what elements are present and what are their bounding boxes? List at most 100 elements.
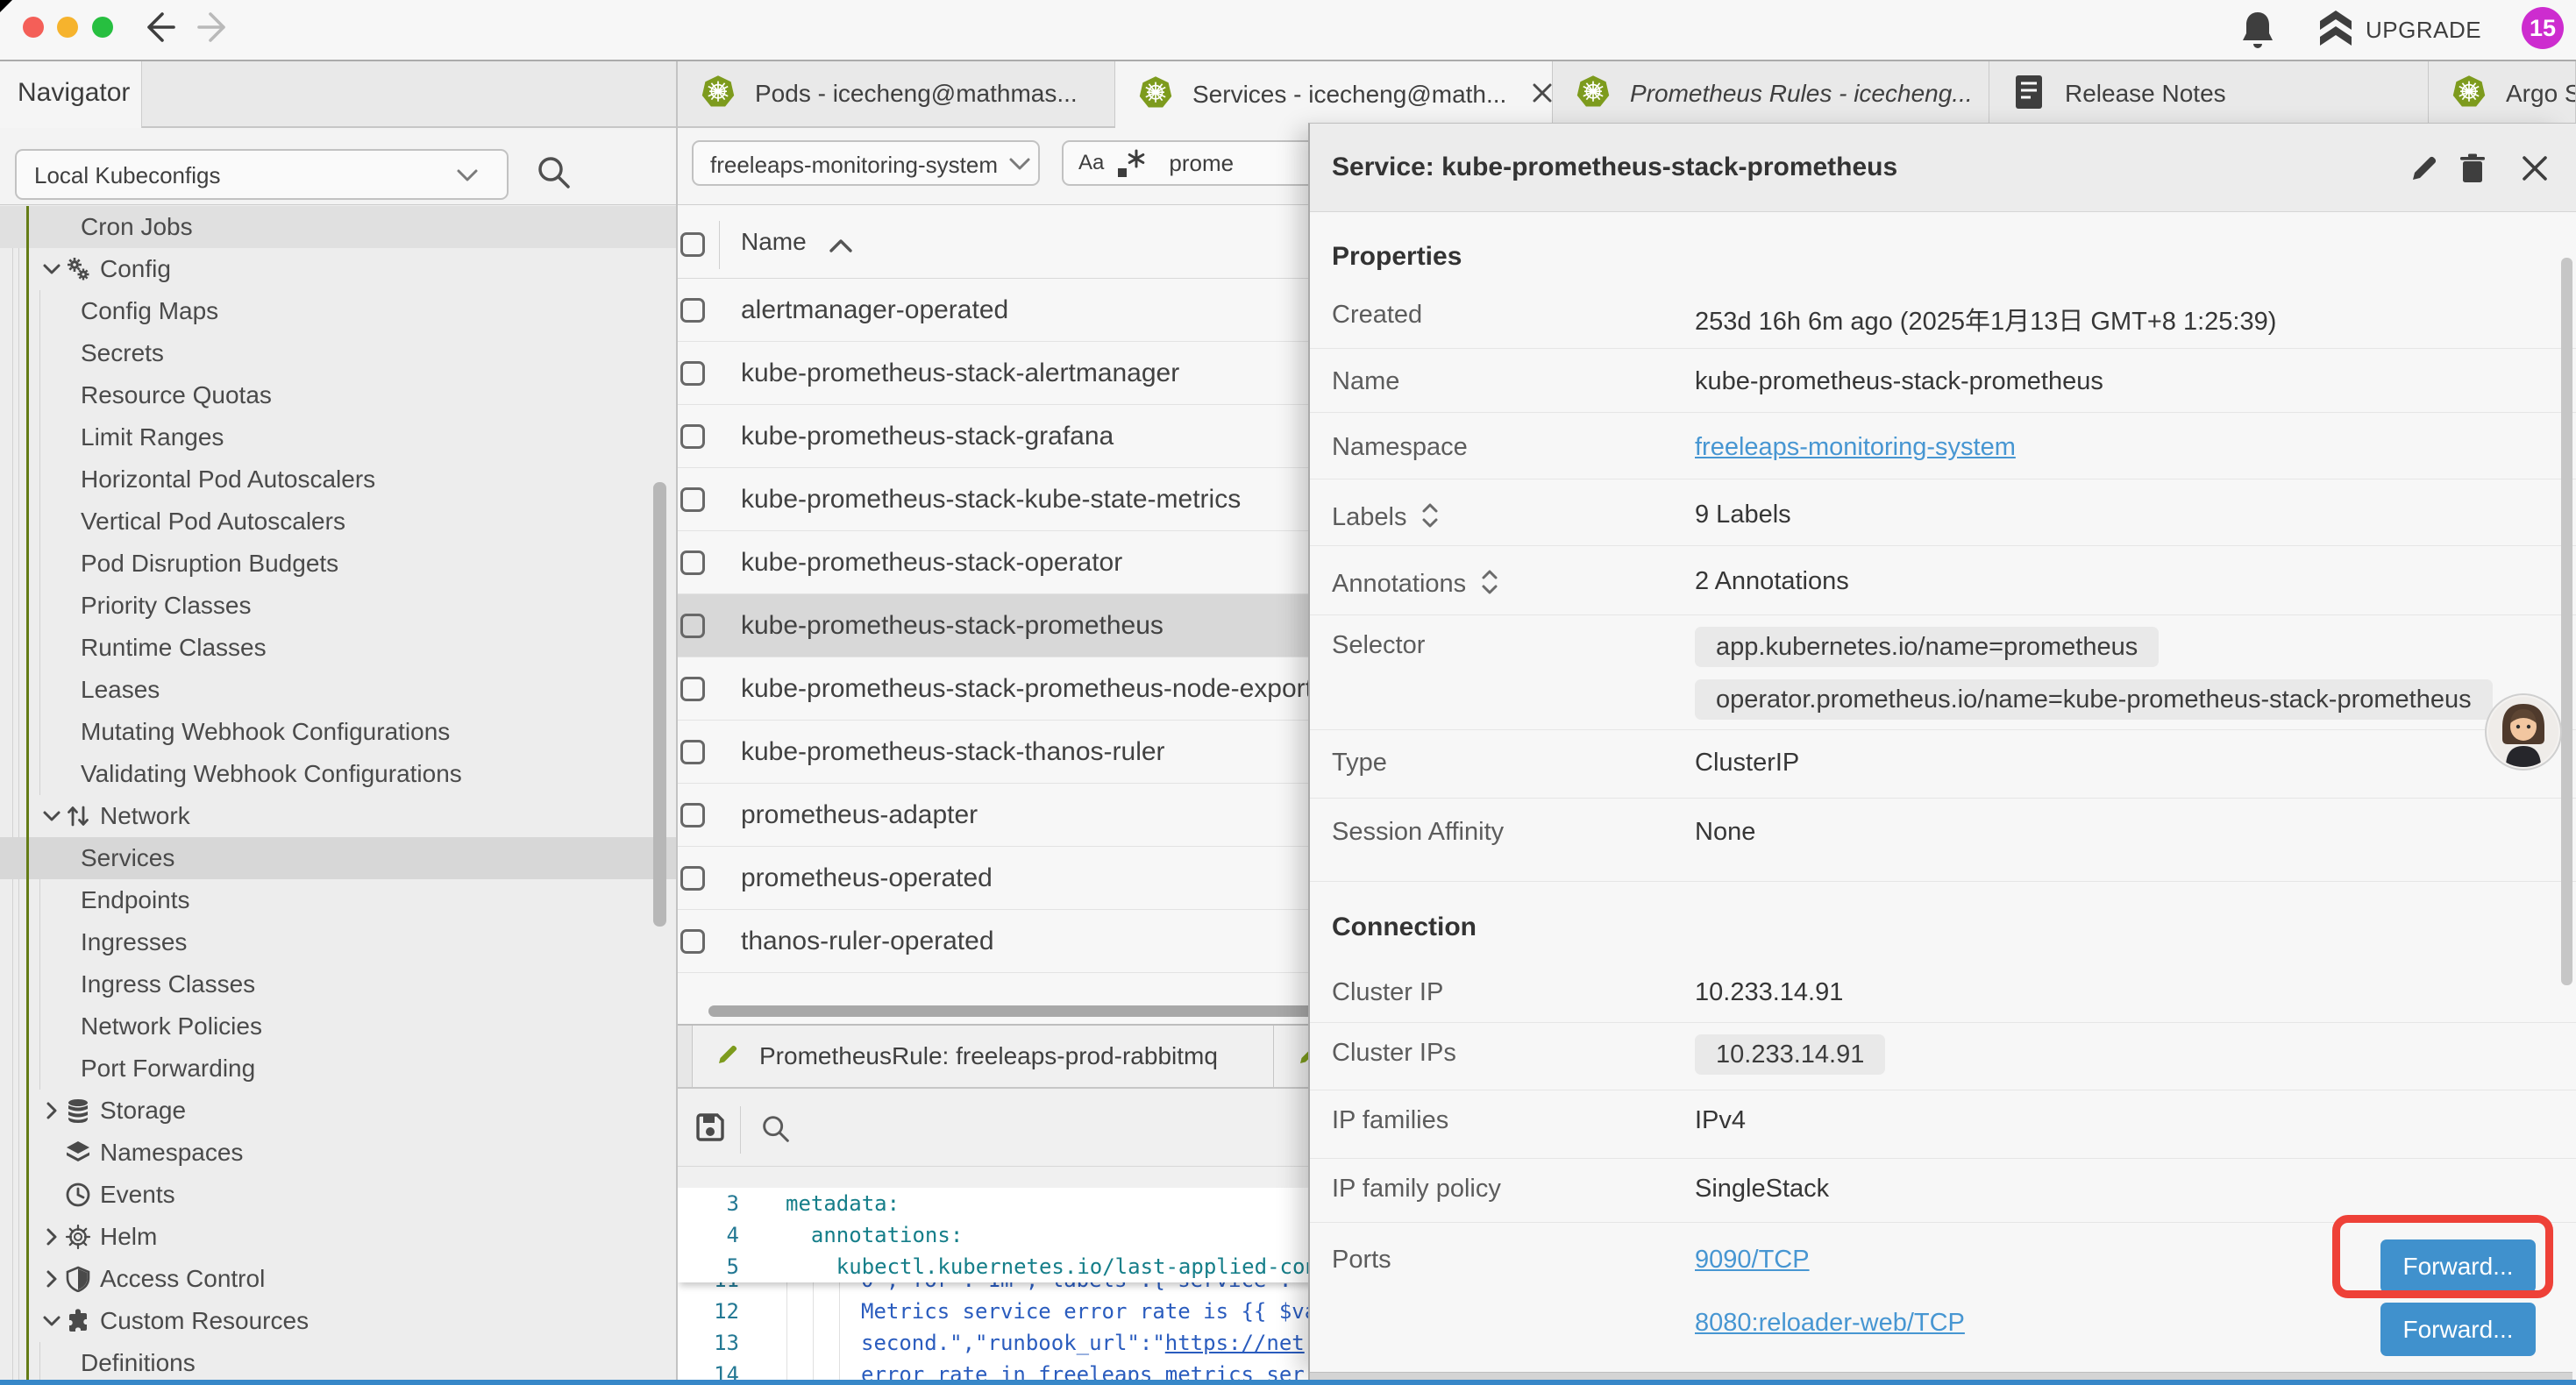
row-checkbox[interactable] bbox=[680, 550, 705, 575]
port-link[interactable]: 8080:reloader-web/TCP bbox=[1695, 1309, 1965, 1338]
sidebar-item-storage[interactable]: Storage bbox=[0, 1090, 676, 1132]
line-number: 12 bbox=[678, 1296, 739, 1327]
user-avatar[interactable] bbox=[2485, 693, 2562, 771]
name-column-header[interactable]: Name bbox=[741, 228, 807, 256]
chevron-right-icon[interactable] bbox=[39, 1267, 64, 1296]
tab-argo-se[interactable]: Argo Se bbox=[2429, 61, 2576, 126]
row-checkbox[interactable] bbox=[680, 677, 705, 701]
trash-icon[interactable] bbox=[2456, 152, 2489, 189]
select-all-checkbox[interactable] bbox=[680, 232, 705, 257]
dock-resize-bar[interactable] bbox=[0, 1380, 2576, 1385]
sidebar-item-leases[interactable]: Leases bbox=[0, 669, 676, 711]
nav-back-button[interactable] bbox=[145, 11, 176, 44]
chevron-down-icon[interactable] bbox=[39, 804, 64, 833]
update-count-badge[interactable]: 15 bbox=[2522, 7, 2564, 49]
kubeconfig-select[interactable]: Local Kubeconfigs bbox=[15, 149, 509, 200]
row-checkbox[interactable] bbox=[680, 614, 705, 638]
row-checkbox[interactable] bbox=[680, 740, 705, 764]
upgrade-button[interactable]: UPGRADE bbox=[2318, 11, 2481, 49]
sidebar-scrollbar[interactable] bbox=[653, 482, 666, 927]
editor-search-icon[interactable] bbox=[758, 1112, 793, 1151]
sidebar-search-icon[interactable] bbox=[533, 152, 575, 198]
sidebar-item-label: Horizontal Pod Autoscalers bbox=[81, 465, 375, 494]
row-divider bbox=[1310, 348, 2576, 349]
row-checkbox[interactable] bbox=[680, 487, 705, 512]
chevron-down-icon[interactable] bbox=[39, 257, 64, 286]
tab-prometheus-rules-icecheng[interactable]: Prometheus Rules - icecheng... bbox=[1553, 61, 1989, 126]
sidebar-item-port-forwarding[interactable]: Port Forwarding bbox=[0, 1048, 676, 1090]
sidebar-item-priority-classes[interactable]: Priority Classes bbox=[0, 585, 676, 627]
sidebar-item-events[interactable]: Events bbox=[0, 1174, 676, 1216]
sidebar-item-network-policies[interactable]: Network Policies bbox=[0, 1005, 676, 1048]
window-close-button[interactable] bbox=[23, 17, 44, 38]
sidebar-item-access-control[interactable]: Access Control bbox=[0, 1258, 676, 1300]
row-checkbox[interactable] bbox=[680, 929, 705, 954]
forward-button[interactable]: Forward... bbox=[2380, 1303, 2536, 1356]
sidebar-item-network[interactable]: Network bbox=[0, 795, 676, 837]
edit-pencil-icon[interactable] bbox=[2408, 152, 2441, 189]
sidebar-item-mutating-webhook-configurations[interactable]: Mutating Webhook Configurations bbox=[0, 711, 676, 753]
sidebar-item-horizontal-pod-autoscalers[interactable]: Horizontal Pod Autoscalers bbox=[0, 458, 676, 501]
row-checkbox[interactable] bbox=[680, 866, 705, 891]
sidebar-item-validating-webhook-configurations[interactable]: Validating Webhook Configurations bbox=[0, 753, 676, 795]
drawer-value: IPv4 bbox=[1695, 1106, 1746, 1135]
nav-forward-button[interactable] bbox=[196, 11, 228, 44]
sidebar-item-config-maps[interactable]: Config Maps bbox=[0, 290, 676, 332]
notifications-bell-icon[interactable] bbox=[2238, 9, 2278, 57]
chevron-down-icon[interactable] bbox=[39, 1309, 64, 1338]
sidebar-item-namespaces[interactable]: Namespaces bbox=[0, 1132, 676, 1174]
tab-bar: Navigator Pods - icecheng@mathmas...Serv… bbox=[0, 61, 2576, 128]
drawer-scrollbar[interactable] bbox=[2561, 258, 2572, 985]
close-icon[interactable] bbox=[2518, 152, 2551, 189]
sidebar-item-services[interactable]: Services bbox=[0, 837, 676, 879]
sidebar-item-ingress-classes[interactable]: Ingress Classes bbox=[0, 963, 676, 1005]
tab-services-icecheng-math[interactable]: Services - icecheng@math... bbox=[1115, 61, 1553, 128]
row-checkbox[interactable] bbox=[680, 361, 705, 386]
annotation-highlight-rectangle bbox=[2332, 1215, 2553, 1298]
selector-badge[interactable]: app.kubernetes.io/name=prometheus bbox=[1695, 627, 2159, 667]
window-zoom-button[interactable] bbox=[92, 17, 113, 38]
sidebar-item-ingresses[interactable]: Ingresses bbox=[0, 921, 676, 963]
sidebar-item-helm[interactable]: Helm bbox=[0, 1216, 676, 1258]
sidebar-item-runtime-classes[interactable]: Runtime Classes bbox=[0, 627, 676, 669]
namespace-select-value: freeleaps-monitoring-system bbox=[710, 152, 998, 179]
dock-tab-prometheusrule[interactable]: PrometheusRule: freeleaps-prod-rabbitmq bbox=[692, 1026, 1273, 1087]
namespace-select[interactable]: freeleaps-monitoring-system bbox=[692, 140, 1040, 186]
sidebar-item-pod-disruption-budgets[interactable]: Pod Disruption Budgets bbox=[0, 543, 676, 585]
sidebar-item-custom-resources[interactable]: Custom Resources bbox=[0, 1300, 676, 1342]
drawer-value-link[interactable]: freeleaps-monitoring-system bbox=[1695, 433, 2016, 462]
sidebar-item-label: Port Forwarding bbox=[81, 1055, 255, 1083]
match-case-toggle[interactable]: Aa bbox=[1078, 151, 1104, 175]
tab-close-icon[interactable] bbox=[1529, 80, 1553, 110]
chevron-right-icon[interactable] bbox=[39, 1098, 64, 1127]
navigator-header-tab: Navigator bbox=[0, 61, 142, 128]
sort-ascending-icon[interactable] bbox=[827, 237, 855, 256]
sidebar-item-limit-ranges[interactable]: Limit Ranges bbox=[0, 416, 676, 458]
regex-toggle-icon[interactable] bbox=[1116, 149, 1146, 183]
row-checkbox[interactable] bbox=[680, 298, 705, 323]
sidebar-item-cron-jobs[interactable]: Cron Jobs bbox=[0, 206, 676, 248]
sidebar-item-secrets[interactable]: Secrets bbox=[0, 332, 676, 374]
save-icon[interactable] bbox=[694, 1112, 726, 1147]
row-checkbox[interactable] bbox=[680, 424, 705, 449]
port-link[interactable]: 9090/TCP bbox=[1695, 1246, 1810, 1275]
sidebar-item-vertical-pod-autoscalers[interactable]: Vertical Pod Autoscalers bbox=[0, 501, 676, 543]
sidebar-item-config[interactable]: Config bbox=[0, 248, 676, 290]
sidebar-item-label: Ingress Classes bbox=[81, 970, 255, 998]
window-minimize-button[interactable] bbox=[57, 17, 78, 38]
row-checkbox[interactable] bbox=[680, 803, 705, 827]
cluster-ip-badge[interactable]: 10.233.14.91 bbox=[1695, 1034, 1885, 1075]
navigator-sidebar: Local Kubeconfigs Cron JobsConfigConfig … bbox=[0, 128, 676, 1380]
kubernetes-icon bbox=[701, 75, 736, 114]
section-title-connection: Connection bbox=[1332, 913, 1477, 942]
sidebar-item-resource-quotas[interactable]: Resource Quotas bbox=[0, 374, 676, 416]
lens-app-window: UPGRADE 15 Navigator Pods - icecheng@mat… bbox=[0, 0, 2576, 1385]
sidebar-item-definitions[interactable]: Definitions bbox=[0, 1342, 676, 1380]
tab-release-notes[interactable]: Release Notes bbox=[1989, 61, 2429, 126]
row-divider bbox=[1310, 798, 2576, 799]
sidebar-item-endpoints[interactable]: Endpoints bbox=[0, 879, 676, 921]
selector-badge[interactable]: operator.prometheus.io/name=kube-prometh… bbox=[1695, 679, 2493, 720]
chevron-right-icon[interactable] bbox=[39, 1225, 64, 1254]
code-text: annotations: bbox=[811, 1219, 963, 1251]
tab-pods-icecheng-mathmas[interactable]: Pods - icecheng@mathmas... bbox=[678, 61, 1115, 126]
